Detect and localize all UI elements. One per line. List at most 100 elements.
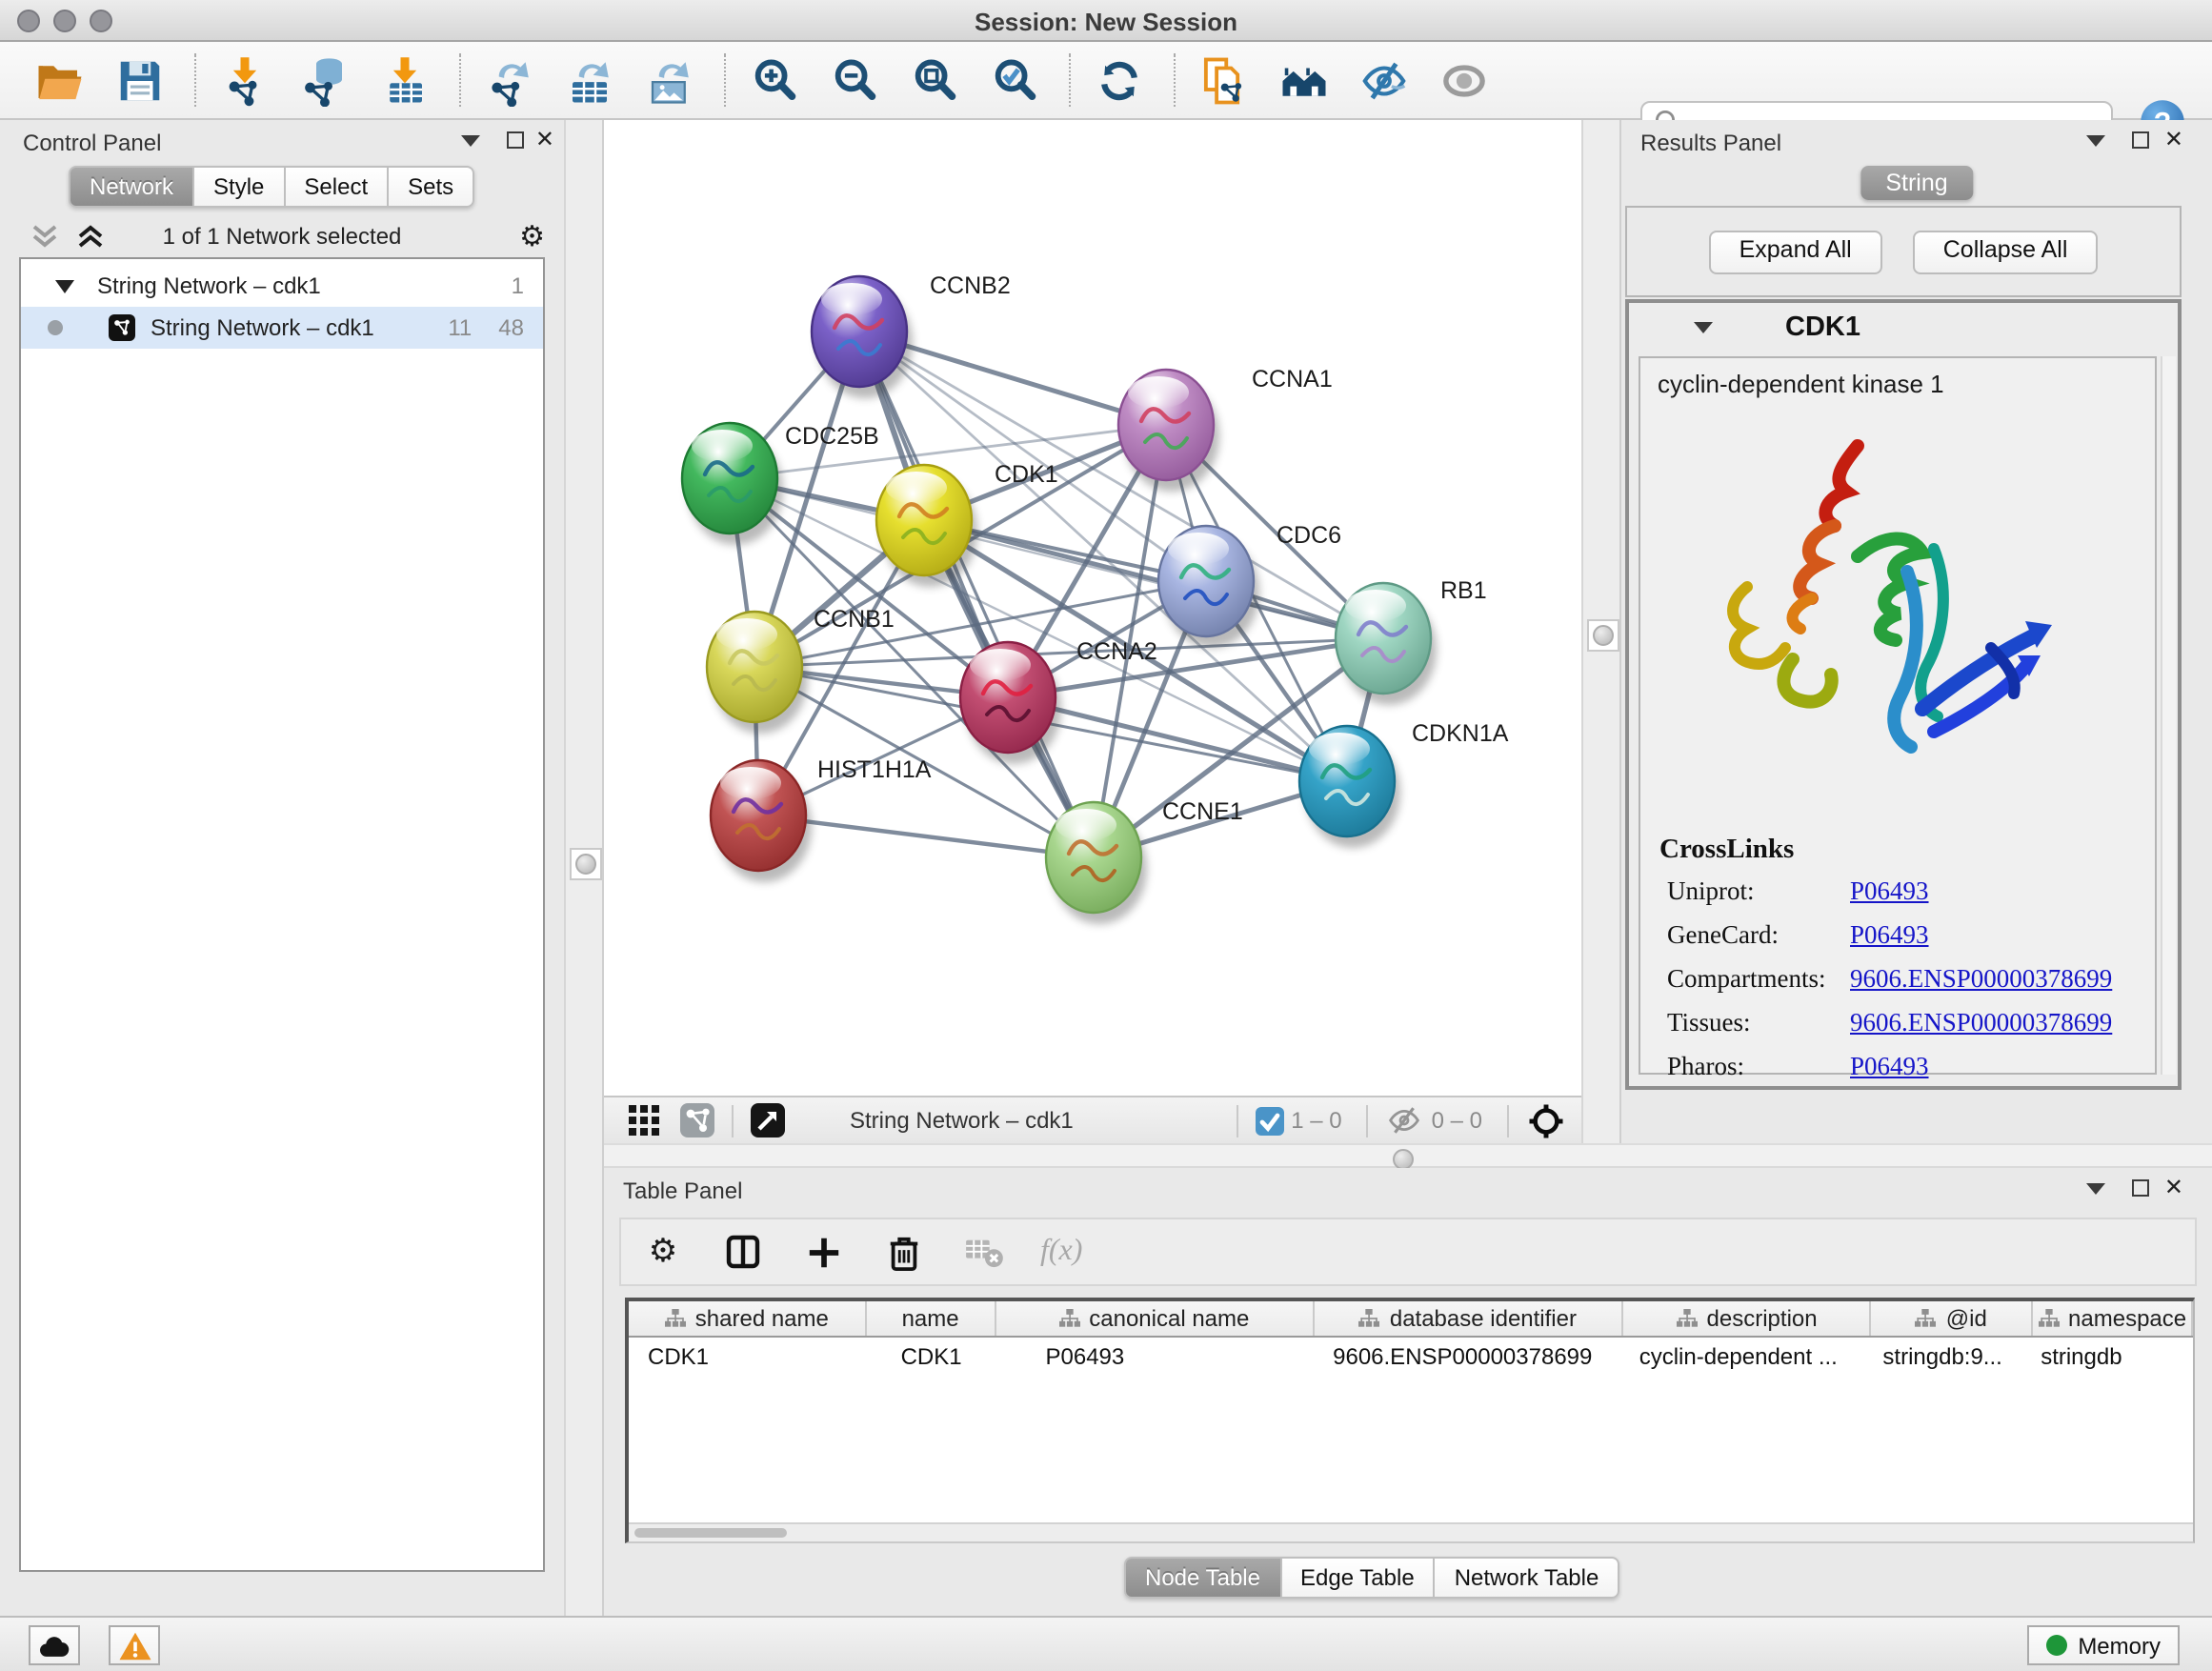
crosslink-pharos-link[interactable]: P06493 [1850, 1052, 1929, 1082]
column-header-namespace[interactable]: namespace [2033, 1301, 2193, 1336]
column-header-canonical-name[interactable]: canonical name [996, 1301, 1315, 1336]
bottom-splitter[interactable] [604, 1143, 2212, 1168]
node-CCNA1[interactable] [1118, 370, 1219, 492]
table-horizontal-scrollbar[interactable] [629, 1522, 2193, 1541]
crosslink-tissues-link[interactable]: 9606.ENSP00000378699 [1850, 1008, 2112, 1038]
tab-network-table[interactable]: Network Table [1436, 1557, 1620, 1599]
node-label-HIST1H1A: HIST1H1A [817, 756, 932, 783]
tab-string[interactable]: String [1860, 166, 1972, 200]
collapse-all-button[interactable]: Collapse All [1913, 230, 2099, 273]
results-scrollbar[interactable] [2161, 356, 2176, 1075]
hide-selected-button[interactable] [1355, 51, 1412, 109]
tab-node-table[interactable]: Node Table [1124, 1557, 1281, 1599]
table-options-gear-icon[interactable]: ⚙ [640, 1229, 686, 1275]
node-CDKN1A[interactable] [1299, 726, 1400, 848]
gene-collapse-icon[interactable] [1694, 322, 1713, 333]
left-splitter[interactable] [564, 120, 604, 1616]
birds-eye-view-icon[interactable] [751, 1103, 785, 1137]
import-network-database-button[interactable] [295, 51, 352, 109]
node-CCNE1[interactable] [1046, 802, 1147, 924]
bottom-splitter-handle[interactable] [1393, 1148, 1414, 1169]
cloud-status-button[interactable] [29, 1625, 80, 1665]
table-panel-close-icon[interactable]: ✕ [2164, 1178, 2183, 1198]
zoom-fit-button[interactable] [905, 51, 962, 109]
network-tree: String Network – cdk1 1 String Network –… [19, 257, 545, 1572]
node-CDK1[interactable] [876, 465, 977, 587]
tab-style[interactable]: Style [194, 166, 285, 208]
selected-checkbox-icon[interactable] [1255, 1106, 1283, 1135]
crosslink-uniprot-link[interactable]: P06493 [1850, 876, 1929, 907]
zoom-out-button[interactable] [825, 51, 882, 109]
column-header-shared-name[interactable]: shared name [629, 1301, 867, 1336]
show-all-button[interactable] [1435, 51, 1492, 109]
column-header-name[interactable]: name [867, 1301, 996, 1336]
expand-all-button[interactable]: Expand All [1709, 230, 1882, 273]
network-view[interactable]: CCNB2CCNA1CDC25BCDK1CDC6RB1CCNB1CCNA2CDK… [604, 120, 1581, 1096]
network-collection-label: String Network – cdk1 [97, 272, 321, 299]
show-columns-icon[interactable] [720, 1229, 766, 1275]
zoom-in-button[interactable] [745, 51, 802, 109]
right-splitter[interactable] [1581, 120, 1621, 1143]
hidden-eye-icon[interactable] [1386, 1105, 1424, 1136]
column-header-@id[interactable]: @id [1871, 1301, 2033, 1336]
expand-all-icon[interactable] [76, 223, 105, 250]
results-panel-float-icon[interactable] [2132, 131, 2149, 149]
update-button[interactable] [1090, 51, 1147, 109]
crosslink-genecard-link[interactable]: P06493 [1850, 920, 1929, 951]
network-view-icon[interactable] [680, 1103, 714, 1137]
network-options-gear-icon[interactable]: ⚙ [519, 219, 545, 253]
table-scrollbar-thumb[interactable] [634, 1527, 787, 1538]
tree-collapse-icon[interactable] [55, 279, 74, 292]
network-tree-child-row[interactable]: String Network – cdk1 11 48 [21, 307, 543, 349]
import-table-icon [378, 54, 430, 106]
node-RB1[interactable] [1336, 583, 1437, 705]
clone-network-button[interactable] [1195, 51, 1252, 109]
table-tabs: Node TableEdge TableNetwork Table [1124, 1557, 1619, 1599]
network-graph[interactable]: CCNB2CCNA1CDC25BCDK1CDC6RB1CCNB1CCNA2CDK… [604, 120, 1581, 1096]
table-cell: cyclin-dependent ... [1624, 1338, 1872, 1374]
right-splitter-handle[interactable] [1587, 619, 1619, 652]
tab-network[interactable]: Network [69, 166, 194, 208]
collapse-all-icon[interactable] [30, 223, 59, 250]
first-neighbors-button[interactable] [1275, 51, 1332, 109]
node-CCNA2[interactable] [960, 642, 1061, 764]
crosslink-compartments-link[interactable]: 9606.ENSP00000378699 [1850, 964, 2112, 995]
node-CCNB2[interactable] [812, 276, 913, 398]
column-header-description[interactable]: description [1624, 1301, 1872, 1336]
open-session-button[interactable] [30, 51, 88, 109]
toolbar-separator [194, 53, 198, 107]
node-CDC6[interactable] [1158, 526, 1259, 648]
export-image-button[interactable] [640, 51, 697, 109]
table-row[interactable]: CDK1CDK1P064939606.ENSP00000378699cyclin… [629, 1338, 2193, 1374]
node-CDC25B[interactable] [682, 423, 783, 545]
memory-button[interactable]: Memory [2026, 1625, 2180, 1665]
grid-view-icon[interactable] [627, 1103, 661, 1137]
tab-edge-table[interactable]: Edge Table [1281, 1557, 1436, 1599]
cloud-icon [36, 1632, 72, 1659]
export-table-button[interactable] [560, 51, 617, 109]
control-panel-close-icon[interactable]: ✕ [535, 130, 554, 151]
tab-select[interactable]: Select [285, 166, 389, 208]
left-splitter-handle[interactable] [570, 848, 602, 880]
table-panel-float-icon[interactable] [2132, 1179, 2149, 1197]
network-tree-root-row[interactable]: String Network – cdk1 1 [21, 265, 543, 307]
add-column-icon[interactable] [800, 1229, 846, 1275]
export-network-button[interactable] [480, 51, 537, 109]
zoom-selected-button[interactable] [985, 51, 1042, 109]
results-panel-close-icon[interactable]: ✕ [2164, 130, 2183, 151]
save-session-button[interactable] [111, 51, 168, 109]
table-panel-menu-icon[interactable] [2086, 1183, 2105, 1195]
warnings-button[interactable] [109, 1625, 160, 1665]
gene-entry-header[interactable]: CDK1 [1629, 303, 2178, 352]
tab-sets[interactable]: Sets [389, 166, 474, 208]
column-header-database-identifier[interactable]: database identifier [1314, 1301, 1624, 1336]
import-network-file-button[interactable] [215, 51, 272, 109]
fit-selected-crosshair-icon[interactable] [1526, 1100, 1566, 1140]
node-HIST1H1A[interactable] [711, 760, 812, 882]
control-panel-menu-icon[interactable] [461, 135, 480, 147]
delete-column-icon[interactable] [880, 1229, 926, 1275]
table-cell: stringdb:9... [1871, 1338, 2033, 1374]
results-panel-menu-icon[interactable] [2086, 135, 2105, 147]
import-table-button[interactable] [375, 51, 432, 109]
control-panel-float-icon[interactable] [507, 131, 524, 149]
